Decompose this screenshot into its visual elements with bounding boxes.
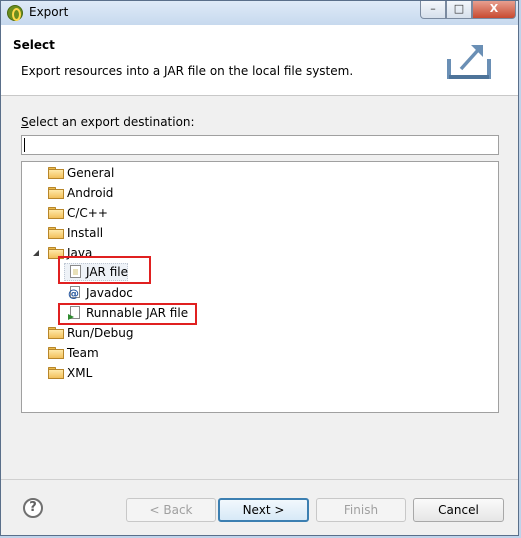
minimize-button[interactable]: – bbox=[420, 1, 446, 19]
tree-item-label: Javadoc bbox=[86, 286, 133, 300]
tree-item-label: C/C++ bbox=[67, 206, 108, 220]
next-button-label: Next > bbox=[242, 503, 285, 517]
folder-icon bbox=[48, 347, 64, 359]
help-icon[interactable]: ? bbox=[23, 498, 43, 518]
tree-item-label: Install bbox=[67, 226, 104, 240]
next-button[interactable]: Next > bbox=[218, 498, 309, 522]
folder-icon bbox=[48, 207, 64, 219]
folder-icon bbox=[48, 167, 64, 179]
eclipse-icon bbox=[7, 5, 23, 21]
back-button[interactable]: < Back bbox=[126, 498, 216, 522]
text-caret bbox=[24, 138, 25, 152]
collapse-arrow-icon[interactable] bbox=[33, 249, 41, 257]
tree-item-label: Run/Debug bbox=[67, 326, 134, 340]
tree-item-label: Team bbox=[67, 346, 99, 360]
export-wizard-icon bbox=[443, 37, 495, 83]
folder-icon bbox=[48, 327, 64, 339]
javadoc-icon: @ bbox=[68, 286, 80, 300]
title-bar[interactable]: Export – □ X bbox=[1, 1, 518, 25]
expand-arrow-icon[interactable] bbox=[34, 328, 42, 338]
cancel-button[interactable]: Cancel bbox=[413, 498, 504, 522]
wizard-header: Select Export resources into a JAR file … bbox=[1, 25, 518, 96]
tree-item-xml[interactable]: XML bbox=[22, 363, 492, 383]
window-title: Export bbox=[29, 5, 69, 19]
folder-icon bbox=[48, 227, 64, 239]
tree-item-label: General bbox=[67, 166, 115, 180]
tree-item-label: XML bbox=[67, 366, 93, 380]
expand-arrow-icon[interactable] bbox=[34, 228, 42, 238]
destination-label: Select an export destination: bbox=[21, 115, 195, 129]
tree-item-android[interactable]: Android bbox=[22, 183, 492, 203]
tree-item-general[interactable]: General bbox=[22, 163, 492, 183]
tree-item-install[interactable]: Install bbox=[22, 223, 492, 243]
expand-arrow-icon[interactable] bbox=[34, 208, 42, 218]
destination-label-text: elect an export destination: bbox=[28, 115, 195, 129]
filter-input[interactable] bbox=[21, 135, 499, 155]
tree-item-run-debug[interactable]: Run/Debug bbox=[22, 323, 492, 343]
expand-arrow-icon[interactable] bbox=[34, 168, 42, 178]
folder-icon bbox=[48, 187, 64, 199]
finish-button-label: Finish bbox=[343, 503, 379, 517]
tree-item-javadoc[interactable]: @ Javadoc bbox=[22, 283, 492, 303]
tree-item-cpp[interactable]: C/C++ bbox=[22, 203, 492, 223]
annotation-box-jar-file bbox=[58, 256, 151, 284]
annotation-box-runnable-jar bbox=[58, 303, 197, 325]
tree-item-label: Android bbox=[67, 186, 114, 200]
back-button-label: < Back bbox=[149, 503, 193, 517]
close-button[interactable]: X bbox=[472, 1, 516, 19]
cancel-button-label: Cancel bbox=[438, 503, 479, 517]
maximize-button[interactable]: □ bbox=[446, 1, 472, 19]
button-bar-divider bbox=[1, 479, 518, 480]
tree-item-team[interactable]: Team bbox=[22, 343, 492, 363]
destination-label-mnemonic: S bbox=[21, 115, 29, 129]
folder-icon bbox=[48, 367, 64, 379]
expand-arrow-icon[interactable] bbox=[34, 188, 42, 198]
export-dialog: Export – □ X Select Export resources int… bbox=[0, 0, 519, 536]
page-description: Export resources into a JAR file on the … bbox=[21, 64, 354, 78]
expand-arrow-icon[interactable] bbox=[34, 348, 42, 358]
finish-button[interactable]: Finish bbox=[316, 498, 406, 522]
page-title: Select bbox=[13, 38, 55, 52]
export-wizard-tree[interactable]: General Android C/C++ Install Java JAR f… bbox=[21, 161, 499, 413]
expand-arrow-icon[interactable] bbox=[34, 368, 42, 378]
